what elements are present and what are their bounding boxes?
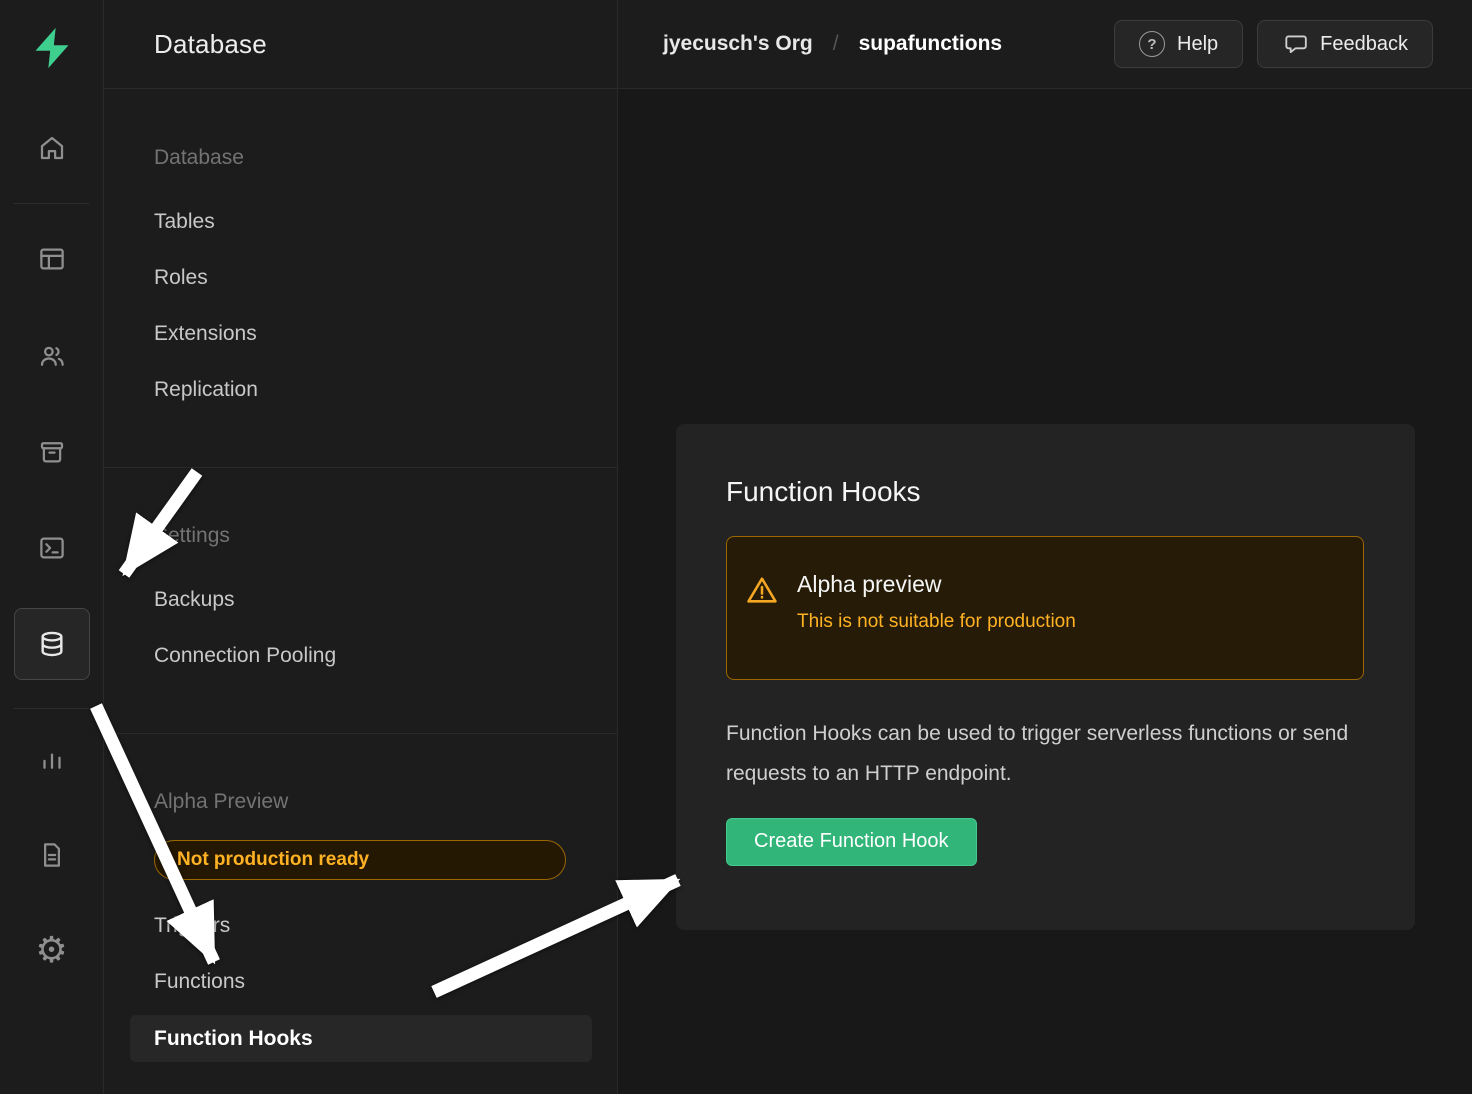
not-production-ready-badge: Not production ready	[154, 840, 566, 880]
section-label-alpha-preview: Alpha Preview	[154, 786, 288, 818]
alpha-preview-alert: Alpha preview This is not suitable for p…	[726, 536, 1364, 680]
main-content: Function Hooks Alpha preview This is not…	[618, 89, 1472, 1094]
sidebar-item-extensions[interactable]: Extensions	[154, 318, 257, 350]
auth-users-icon[interactable]	[28, 332, 76, 380]
feedback-button[interactable]: Feedback	[1257, 20, 1433, 68]
gear-glyph: ⚙	[35, 932, 67, 968]
feedback-button-label: Feedback	[1320, 33, 1408, 56]
sidebar-item-function-hooks[interactable]: Function Hooks	[130, 1015, 592, 1062]
sidebar-item-connection-pooling[interactable]: Connection Pooling	[154, 640, 336, 672]
settings-gear-icon[interactable]: ⚙	[28, 926, 76, 974]
sidebar-divider	[104, 733, 617, 734]
sidebar-item-functions[interactable]: Functions	[154, 966, 245, 998]
reports-icon[interactable]	[28, 735, 76, 783]
sidebar-header: Database	[104, 0, 617, 89]
warning-triangle-icon	[745, 573, 779, 607]
sidebar-divider	[104, 467, 617, 468]
database-icon[interactable]	[14, 608, 90, 680]
alert-title: Alpha preview	[797, 571, 1076, 598]
feedback-icon	[1282, 31, 1308, 57]
sql-editor-icon[interactable]	[28, 524, 76, 572]
top-header: jyecusch's Org / supafunctions ? Help Fe…	[618, 0, 1472, 89]
table-editor-icon[interactable]	[28, 235, 76, 283]
app-window: ⚙ Database Database Tables Roles Extensi…	[0, 0, 1472, 1094]
breadcrumb-org[interactable]: jyecusch's Org	[663, 32, 813, 56]
help-button[interactable]: ? Help	[1114, 20, 1243, 68]
sidebar-item-triggers[interactable]: Triggers	[154, 910, 230, 942]
sidebar-item-tables[interactable]: Tables	[154, 206, 215, 238]
help-button-label: Help	[1177, 33, 1218, 56]
docs-icon[interactable]	[28, 831, 76, 879]
home-icon[interactable]	[28, 124, 76, 172]
supabase-logo[interactable]	[26, 22, 78, 74]
supabase-bolt-icon	[30, 26, 74, 70]
function-hooks-card: Function Hooks Alpha preview This is not…	[676, 424, 1415, 930]
function-hooks-description: Function Hooks can be used to trigger se…	[726, 714, 1351, 794]
rail-divider	[14, 203, 89, 204]
section-label-settings: Settings	[154, 520, 230, 552]
page-title: Function Hooks	[726, 476, 1364, 508]
alert-icon-col	[727, 537, 797, 679]
alert-text: Alpha preview This is not suitable for p…	[797, 537, 1076, 679]
storage-icon[interactable]	[28, 428, 76, 476]
icon-rail: ⚙	[0, 0, 104, 1094]
section-label-database: Database	[154, 142, 244, 174]
sidebar: Database Database Tables Roles Extension…	[104, 0, 618, 1094]
breadcrumb-project[interactable]: supafunctions	[859, 32, 1003, 56]
sidebar-item-backups[interactable]: Backups	[154, 584, 235, 616]
sidebar-item-replication[interactable]: Replication	[154, 374, 258, 406]
create-function-hook-button[interactable]: Create Function Hook	[726, 818, 977, 866]
help-icon: ?	[1139, 31, 1165, 57]
sidebar-title: Database	[154, 29, 267, 60]
breadcrumb-separator: /	[833, 32, 839, 56]
sidebar-item-roles[interactable]: Roles	[154, 262, 208, 294]
alert-message: This is not suitable for production	[797, 611, 1076, 633]
rail-divider	[14, 708, 89, 709]
